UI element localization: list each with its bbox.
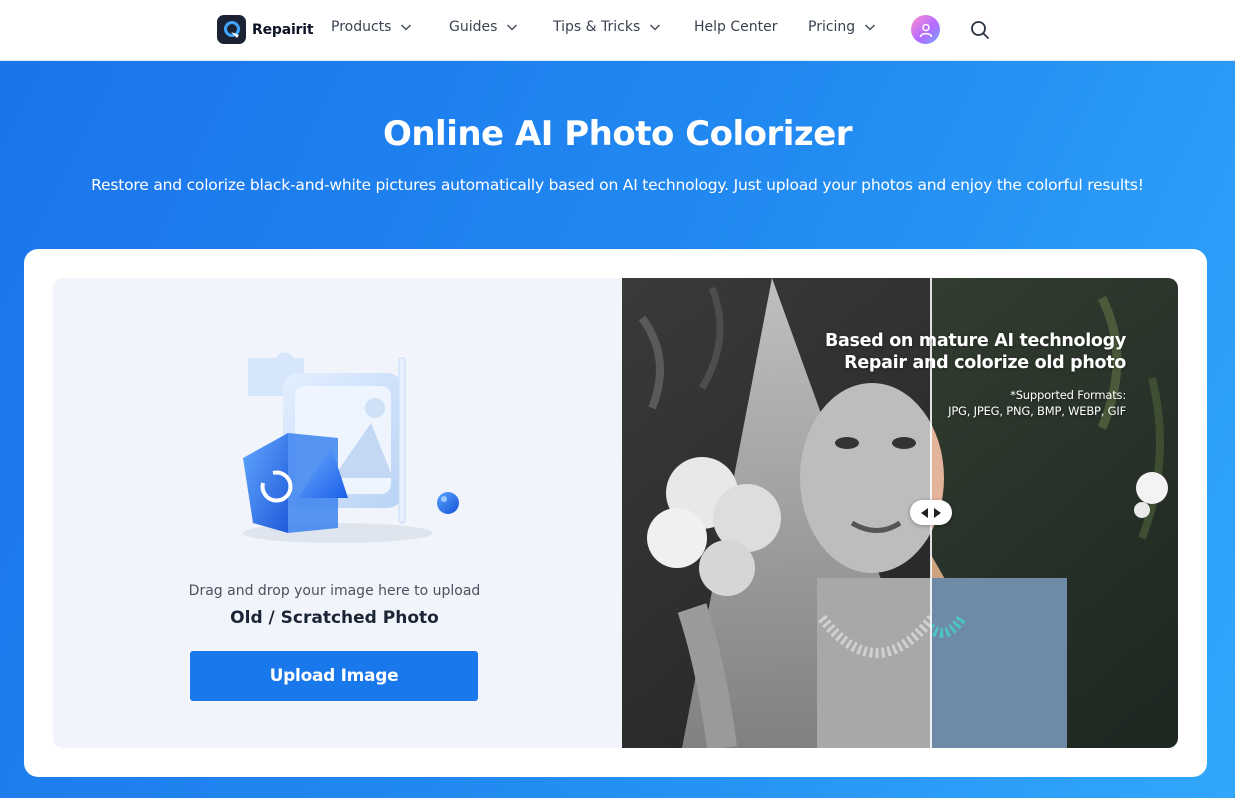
repairit-logo-icon bbox=[217, 15, 246, 44]
search-icon[interactable] bbox=[969, 19, 991, 41]
arrow-left-icon bbox=[921, 507, 928, 518]
arrow-right-icon bbox=[934, 507, 941, 518]
upload-dropzone[interactable]: Drag and drop your image here to upload … bbox=[53, 278, 622, 748]
hero-section: Online AI Photo Colorizer Restore and co… bbox=[0, 61, 1235, 798]
preview-headline-line1: Based on mature AI technology bbox=[824, 331, 1126, 351]
nav-tips-tricks-label: Tips & Tricks bbox=[553, 19, 641, 35]
nav-help-center[interactable]: Help Center bbox=[694, 19, 778, 35]
page-title: Online AI Photo Colorizer bbox=[382, 114, 853, 154]
supported-formats: *Supported Formats: JPG, JPEG, PNG, BMP,… bbox=[948, 387, 1126, 419]
chevron-down-icon bbox=[401, 24, 412, 31]
page-subtitle: Restore and colorize black-and-white pic… bbox=[91, 176, 1144, 194]
nav-pricing-label: Pricing bbox=[808, 19, 856, 35]
photo-type-label: Old / Scratched Photo bbox=[230, 608, 439, 628]
nav-guides-label: Guides bbox=[449, 19, 498, 35]
chevron-down-icon bbox=[650, 24, 661, 31]
preview-headline: Based on mature AI technology Repair and… bbox=[825, 330, 1126, 374]
top-navigation: Repairit Products Guides Tips & Tricks H… bbox=[0, 0, 1235, 61]
tool-card: Drag and drop your image here to upload … bbox=[24, 249, 1207, 777]
user-icon bbox=[919, 23, 932, 37]
brand-logo[interactable]: Repairit bbox=[217, 15, 314, 44]
photo-upload-illustration bbox=[243, 352, 459, 543]
nav-tips-tricks[interactable]: Tips & Tricks bbox=[553, 19, 662, 35]
drag-drop-hint: Drag and drop your image here to upload bbox=[188, 583, 481, 599]
supported-formats-list: JPG, JPEG, PNG, BMP, WEBP, GIF bbox=[948, 404, 1126, 418]
nav-products-label: Products bbox=[331, 19, 392, 35]
preview-headline-line2: Repair and colorize old photo bbox=[844, 353, 1126, 373]
nav-help-center-label: Help Center bbox=[694, 19, 778, 35]
comparison-slider-handle[interactable] bbox=[910, 500, 952, 525]
chevron-down-icon bbox=[507, 24, 518, 31]
nav-products[interactable]: Products bbox=[331, 19, 413, 35]
upload-image-button[interactable]: Upload Image bbox=[190, 651, 478, 701]
brand-name: Repairit bbox=[252, 21, 314, 38]
before-after-preview: Based on mature AI technology Repair and… bbox=[622, 278, 1178, 748]
supported-formats-label: *Supported Formats: bbox=[1010, 388, 1126, 402]
avatar-icon[interactable] bbox=[911, 15, 940, 44]
nav-pricing[interactable]: Pricing bbox=[808, 19, 877, 35]
chevron-down-icon bbox=[865, 24, 876, 31]
nav-guides[interactable]: Guides bbox=[449, 19, 519, 35]
